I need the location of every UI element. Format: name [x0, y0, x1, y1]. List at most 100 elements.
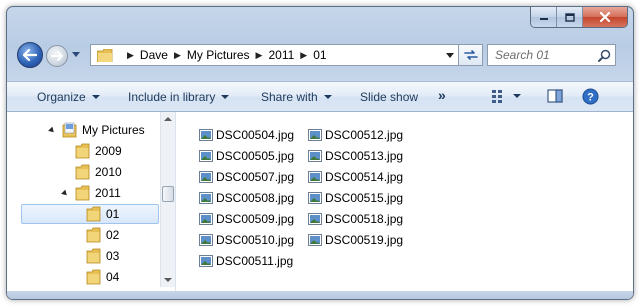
chevron-down-icon — [72, 52, 80, 57]
close-icon — [599, 12, 611, 22]
close-button[interactable] — [583, 7, 627, 27]
file-name: DSC00505.jpg — [216, 148, 295, 163]
navigation-scrollbar[interactable] — [160, 112, 176, 287]
folder-icon — [86, 248, 101, 264]
forward-button[interactable] — [46, 45, 68, 67]
file-name: DSC00508.jpg — [216, 190, 295, 205]
address-dropdown-icon[interactable] — [446, 51, 454, 59]
tree-item-label: 2009 — [95, 144, 122, 158]
breadcrumb-01[interactable]: 01 — [313, 48, 326, 62]
search-icon[interactable] — [598, 49, 611, 62]
more-commands-button[interactable]: » — [438, 87, 446, 103]
minimize-icon — [539, 18, 548, 20]
file-column-1: DSC00504.jpg DSC00505.jpg DSC00507.jpg D… — [199, 124, 294, 271]
scroll-down-icon[interactable] — [164, 278, 172, 282]
image-file-icon — [199, 254, 213, 267]
file-item[interactable]: DSC00508.jpg — [199, 187, 294, 208]
refresh-button[interactable] — [459, 44, 483, 66]
file-item[interactable]: DSC00519.jpg — [308, 229, 403, 250]
svg-text:?: ? — [587, 92, 594, 104]
tree-item-01[interactable]: 01 — [21, 204, 159, 224]
scrollbar-thumb[interactable] — [162, 186, 174, 202]
file-item[interactable]: DSC00510.jpg — [199, 229, 294, 250]
help-icon: ? — [582, 88, 599, 105]
tree-item-02[interactable]: 02 — [86, 225, 119, 245]
file-name: DSC00518.jpg — [325, 211, 404, 226]
file-name: DSC00513.jpg — [325, 148, 404, 163]
file-item[interactable]: DSC00515.jpg — [308, 187, 403, 208]
breadcrumb-separator[interactable]: ▶ — [127, 50, 134, 61]
file-item[interactable]: DSC00505.jpg — [199, 145, 294, 166]
recent-pages-button[interactable] — [71, 50, 81, 60]
tree-item-label: 04 — [106, 270, 120, 284]
image-file-icon — [199, 149, 213, 162]
image-file-icon — [308, 233, 322, 246]
expand-arrow-icon[interactable] — [61, 189, 69, 197]
breadcrumb-separator[interactable]: ▶ — [256, 50, 263, 61]
image-file-icon — [199, 191, 213, 204]
file-item[interactable]: DSC00507.jpg — [199, 166, 294, 187]
file-item[interactable]: DSC00511.jpg — [199, 250, 294, 271]
image-file-icon — [308, 212, 322, 225]
share-with-button[interactable]: Share with — [261, 90, 332, 104]
breadcrumb-separator[interactable]: ▶ — [300, 50, 307, 61]
folder-icon — [86, 206, 101, 222]
back-arrow-icon — [23, 49, 37, 61]
organize-label: Organize — [37, 90, 86, 104]
folder-icon — [97, 48, 113, 62]
minimize-button[interactable] — [531, 7, 557, 27]
preview-pane-button[interactable] — [547, 89, 563, 103]
tree-item-my-pictures[interactable]: My Pictures — [48, 120, 145, 140]
expand-arrow-icon[interactable] — [48, 126, 56, 134]
tree-item-label: 03 — [106, 249, 120, 263]
breadcrumb-2011[interactable]: 2011 — [268, 48, 294, 62]
file-item[interactable]: DSC00512.jpg — [308, 124, 403, 145]
chevron-down-icon — [91, 95, 100, 99]
file-item[interactable]: DSC00504.jpg — [199, 124, 294, 145]
file-item[interactable]: DSC00518.jpg — [308, 208, 403, 229]
tree-item-label: My Pictures — [82, 123, 145, 137]
scroll-up-icon[interactable] — [164, 117, 172, 121]
more-commands-label: » — [438, 87, 446, 103]
tree-item-label: 01 — [106, 207, 120, 221]
address-row: ▶ Dave ▶ My Pictures ▶ 2011 ▶ 01 — [7, 40, 633, 70]
window-bottom-border — [7, 291, 633, 299]
breadcrumb-separator[interactable]: ▶ — [174, 50, 181, 61]
folder-icon — [75, 164, 90, 180]
image-file-icon — [308, 170, 322, 183]
breadcrumb-my-pictures[interactable]: My Pictures — [187, 48, 250, 62]
tree-item-03[interactable]: 03 — [86, 246, 119, 266]
tree-item-2010[interactable]: 2010 — [75, 162, 122, 182]
slide-show-button[interactable]: Slide show — [360, 90, 418, 104]
maximize-button[interactable] — [557, 7, 583, 27]
chevron-down-icon — [221, 95, 230, 99]
tree-item-2011[interactable]: 2011 — [61, 183, 121, 203]
back-button[interactable] — [17, 42, 43, 68]
address-bar[interactable]: ▶ Dave ▶ My Pictures ▶ 2011 ▶ 01 — [90, 44, 459, 66]
tree-item-04[interactable]: 04 — [86, 267, 119, 287]
tree-item-2009[interactable]: 2009 — [75, 141, 122, 161]
breadcrumb-dave[interactable]: Dave — [140, 48, 168, 62]
image-file-icon — [308, 191, 322, 204]
help-button[interactable]: ? — [582, 88, 599, 105]
pictures-library-icon — [62, 122, 77, 138]
share-with-label: Share with — [261, 90, 318, 104]
file-column-2: DSC00512.jpg DSC00513.jpg DSC00514.jpg D… — [308, 124, 403, 250]
image-file-icon — [308, 128, 322, 141]
tree-item-label: 2011 — [95, 186, 121, 200]
file-item[interactable]: DSC00509.jpg — [199, 208, 294, 229]
image-file-icon — [199, 212, 213, 225]
include-in-library-label: Include in library — [128, 90, 216, 104]
organize-button[interactable]: Organize — [37, 90, 100, 104]
file-list: DSC00504.jpg DSC00505.jpg DSC00507.jpg D… — [176, 112, 633, 299]
file-item[interactable]: DSC00513.jpg — [308, 145, 403, 166]
file-item[interactable]: DSC00514.jpg — [308, 166, 403, 187]
change-view-button[interactable] — [491, 89, 521, 103]
file-name: DSC00510.jpg — [216, 232, 295, 247]
file-name: DSC00515.jpg — [325, 190, 404, 205]
include-in-library-button[interactable]: Include in library — [128, 90, 230, 104]
search-input[interactable] — [493, 47, 595, 63]
file-name: DSC00511.jpg — [216, 253, 294, 268]
image-file-icon — [199, 128, 213, 141]
file-name: DSC00507.jpg — [216, 169, 295, 184]
